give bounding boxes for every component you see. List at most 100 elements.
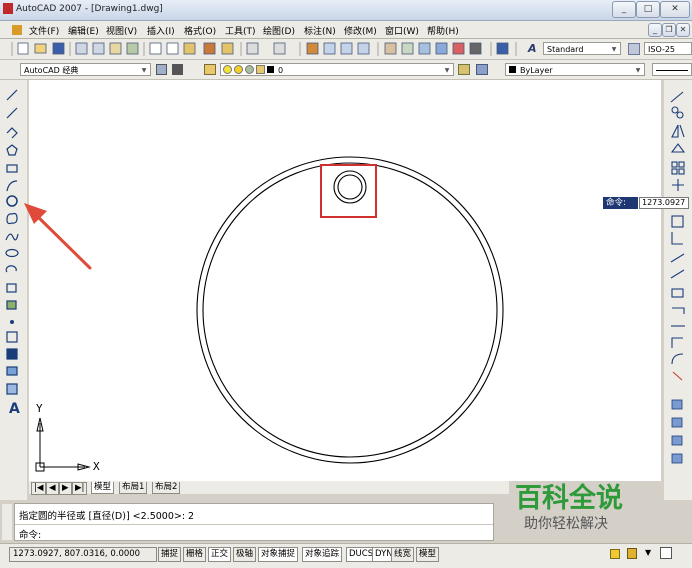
small-hole-inner: [337, 174, 363, 200]
layer-manager-icon[interactable]: [204, 64, 216, 75]
match-properties-icon: [203, 42, 216, 55]
workspace-value: AutoCAD 经典: [24, 66, 79, 75]
dim-style-dropdown[interactable]: ISO-25: [644, 42, 692, 55]
watermark-subtitle: 助你轻松解决: [524, 516, 608, 532]
status-menu-chevron-icon[interactable]: ▼: [645, 548, 651, 557]
title-bar: AutoCAD 2007 - [Drawing1.dwg] _ □ ✕: [0, 0, 692, 21]
sun-icon: [234, 65, 243, 74]
scale-icon: [671, 232, 683, 245]
tab-layout2[interactable]: 布局2: [152, 482, 181, 494]
open-icon: [34, 43, 47, 54]
pan-icon: [306, 42, 319, 55]
ortho-toggle[interactable]: 正交: [208, 547, 232, 562]
markup-icon: [452, 42, 465, 55]
grid-toggle[interactable]: 栅格: [183, 547, 207, 562]
paste-icon: [183, 42, 196, 55]
text-style-dropdown[interactable]: Standard ▼: [543, 42, 621, 55]
menu-insert[interactable]: 插入(I): [147, 24, 175, 37]
workspace-save-icon[interactable]: [172, 64, 183, 75]
copy-object-icon: [671, 106, 679, 114]
mirror-icon: [671, 124, 679, 138]
copy-icon: [166, 42, 179, 55]
menu-window[interactable]: 窗口(W): [385, 24, 419, 37]
polar-toggle[interactable]: 极轴: [233, 547, 257, 562]
minimize-button[interactable]: _: [612, 1, 636, 18]
lock-toolbar-icon[interactable]: [627, 548, 637, 559]
block-editor-icon: [221, 42, 234, 55]
menu-edit[interactable]: 编辑(E): [68, 24, 99, 37]
chamfer-icon: [671, 337, 683, 348]
otrack-toggle[interactable]: 对象追踪: [302, 547, 343, 562]
lineweight-toggle[interactable]: 线宽: [391, 547, 415, 562]
close-button[interactable]: ✕: [660, 1, 690, 18]
workspace-settings-icon[interactable]: [156, 64, 167, 75]
menu-tools[interactable]: 工具(T): [225, 24, 256, 37]
print-icon: [75, 42, 88, 55]
communication-center-icon[interactable]: [610, 549, 620, 559]
new-icon: [17, 42, 29, 55]
dynamic-input-value[interactable]: 1273.0927: [639, 197, 689, 209]
viewport-freeze-icon: [245, 65, 254, 74]
clean-screen-icon[interactable]: [660, 547, 672, 559]
tab-model[interactable]: 模型: [91, 482, 115, 494]
workspace-dropdown[interactable]: AutoCAD 经典 ▼: [20, 63, 151, 76]
window-title: AutoCAD 2007 - [Drawing1.dwg]: [16, 4, 163, 14]
zoom-previous-icon: [357, 42, 370, 55]
zoom-realtime-icon: [323, 42, 336, 55]
design-center-icon: [401, 42, 414, 55]
color-dropdown[interactable]: ByLayer ▼: [505, 63, 645, 76]
offset-icon: [670, 143, 686, 153]
light-bulb-icon: [223, 65, 232, 74]
maximize-button[interactable]: □: [636, 1, 660, 18]
layer-dropdown[interactable]: 0 ▼: [220, 63, 454, 76]
color-value: ByLayer: [520, 66, 553, 75]
tab-nav-first[interactable]: |◀: [31, 482, 47, 495]
tab-nav-next[interactable]: ▶: [59, 482, 72, 495]
sheet-set-icon: [435, 42, 448, 55]
standard-toolbar: A Standard ▼ ISO-25: [0, 39, 692, 60]
menu-draw[interactable]: 绘图(D): [263, 24, 295, 37]
menu-view[interactable]: 视图(V): [106, 24, 137, 37]
tab-nav-last[interactable]: ▶|: [72, 482, 88, 495]
doc-restore-button[interactable]: ❐: [662, 23, 676, 37]
osnap-toggle[interactable]: 对象捕捉: [258, 547, 299, 562]
snap-toggle[interactable]: 捕捉: [158, 547, 182, 562]
point-icon: [9, 320, 14, 325]
explode-icon: [672, 371, 683, 381]
tab-nav-prev[interactable]: ◀: [46, 482, 59, 495]
drawing-svg: [35, 156, 504, 472]
multiline-text-icon[interactable]: A: [9, 401, 20, 417]
undo-icon: [246, 42, 259, 55]
trim-icon: [670, 269, 685, 279]
command-history-line: 指定圆的半径或 [直径(D)] <2.5000>: 2: [19, 511, 195, 522]
menu-modify[interactable]: 修改(M): [344, 24, 377, 37]
command-line-grip: [2, 504, 12, 540]
menu-dimension[interactable]: 标注(N): [304, 24, 336, 37]
save-icon: [52, 42, 65, 55]
doc-minimize-button[interactable]: _: [648, 23, 662, 37]
redo-icon: [273, 42, 286, 55]
text-style-icon: A: [528, 42, 537, 55]
modify-toolbar: [664, 80, 692, 500]
layer-value: 0: [278, 66, 284, 75]
draw-toolbar: A: [0, 80, 27, 500]
small-hole-outer: [333, 170, 367, 204]
tab-layout1[interactable]: 布局1: [119, 482, 148, 494]
extend-icon: [671, 288, 684, 298]
chevron-down-icon: ▼: [141, 67, 147, 74]
model-toggle[interactable]: 模型: [416, 547, 440, 562]
drawing-canvas[interactable]: Y X: [29, 80, 661, 481]
command-line[interactable]: 指定圆的半径或 [直径(D)] <2.5000>: 2 命令:: [2, 503, 494, 541]
coordinates-readout[interactable]: 1273.0927, 807.0316, 0.0000: [9, 547, 157, 562]
layer-previous-icon[interactable]: [476, 64, 488, 75]
doc-close-button[interactable]: ✕: [676, 23, 690, 37]
menu-file[interactable]: 文件(F): [29, 24, 59, 37]
status-bar: 1273.0927, 807.0316, 0.0000 捕捉 栅格 正交 极轴 …: [0, 543, 692, 568]
rectangle-icon: [6, 164, 18, 173]
menu-format[interactable]: 格式(O): [184, 24, 216, 37]
fillet-icon: [671, 353, 684, 365]
menu-help[interactable]: 帮助(H): [427, 24, 459, 37]
app-icon: [3, 3, 13, 14]
make-current-layer-icon[interactable]: [458, 64, 470, 75]
linetype-dropdown[interactable]: [652, 63, 692, 76]
